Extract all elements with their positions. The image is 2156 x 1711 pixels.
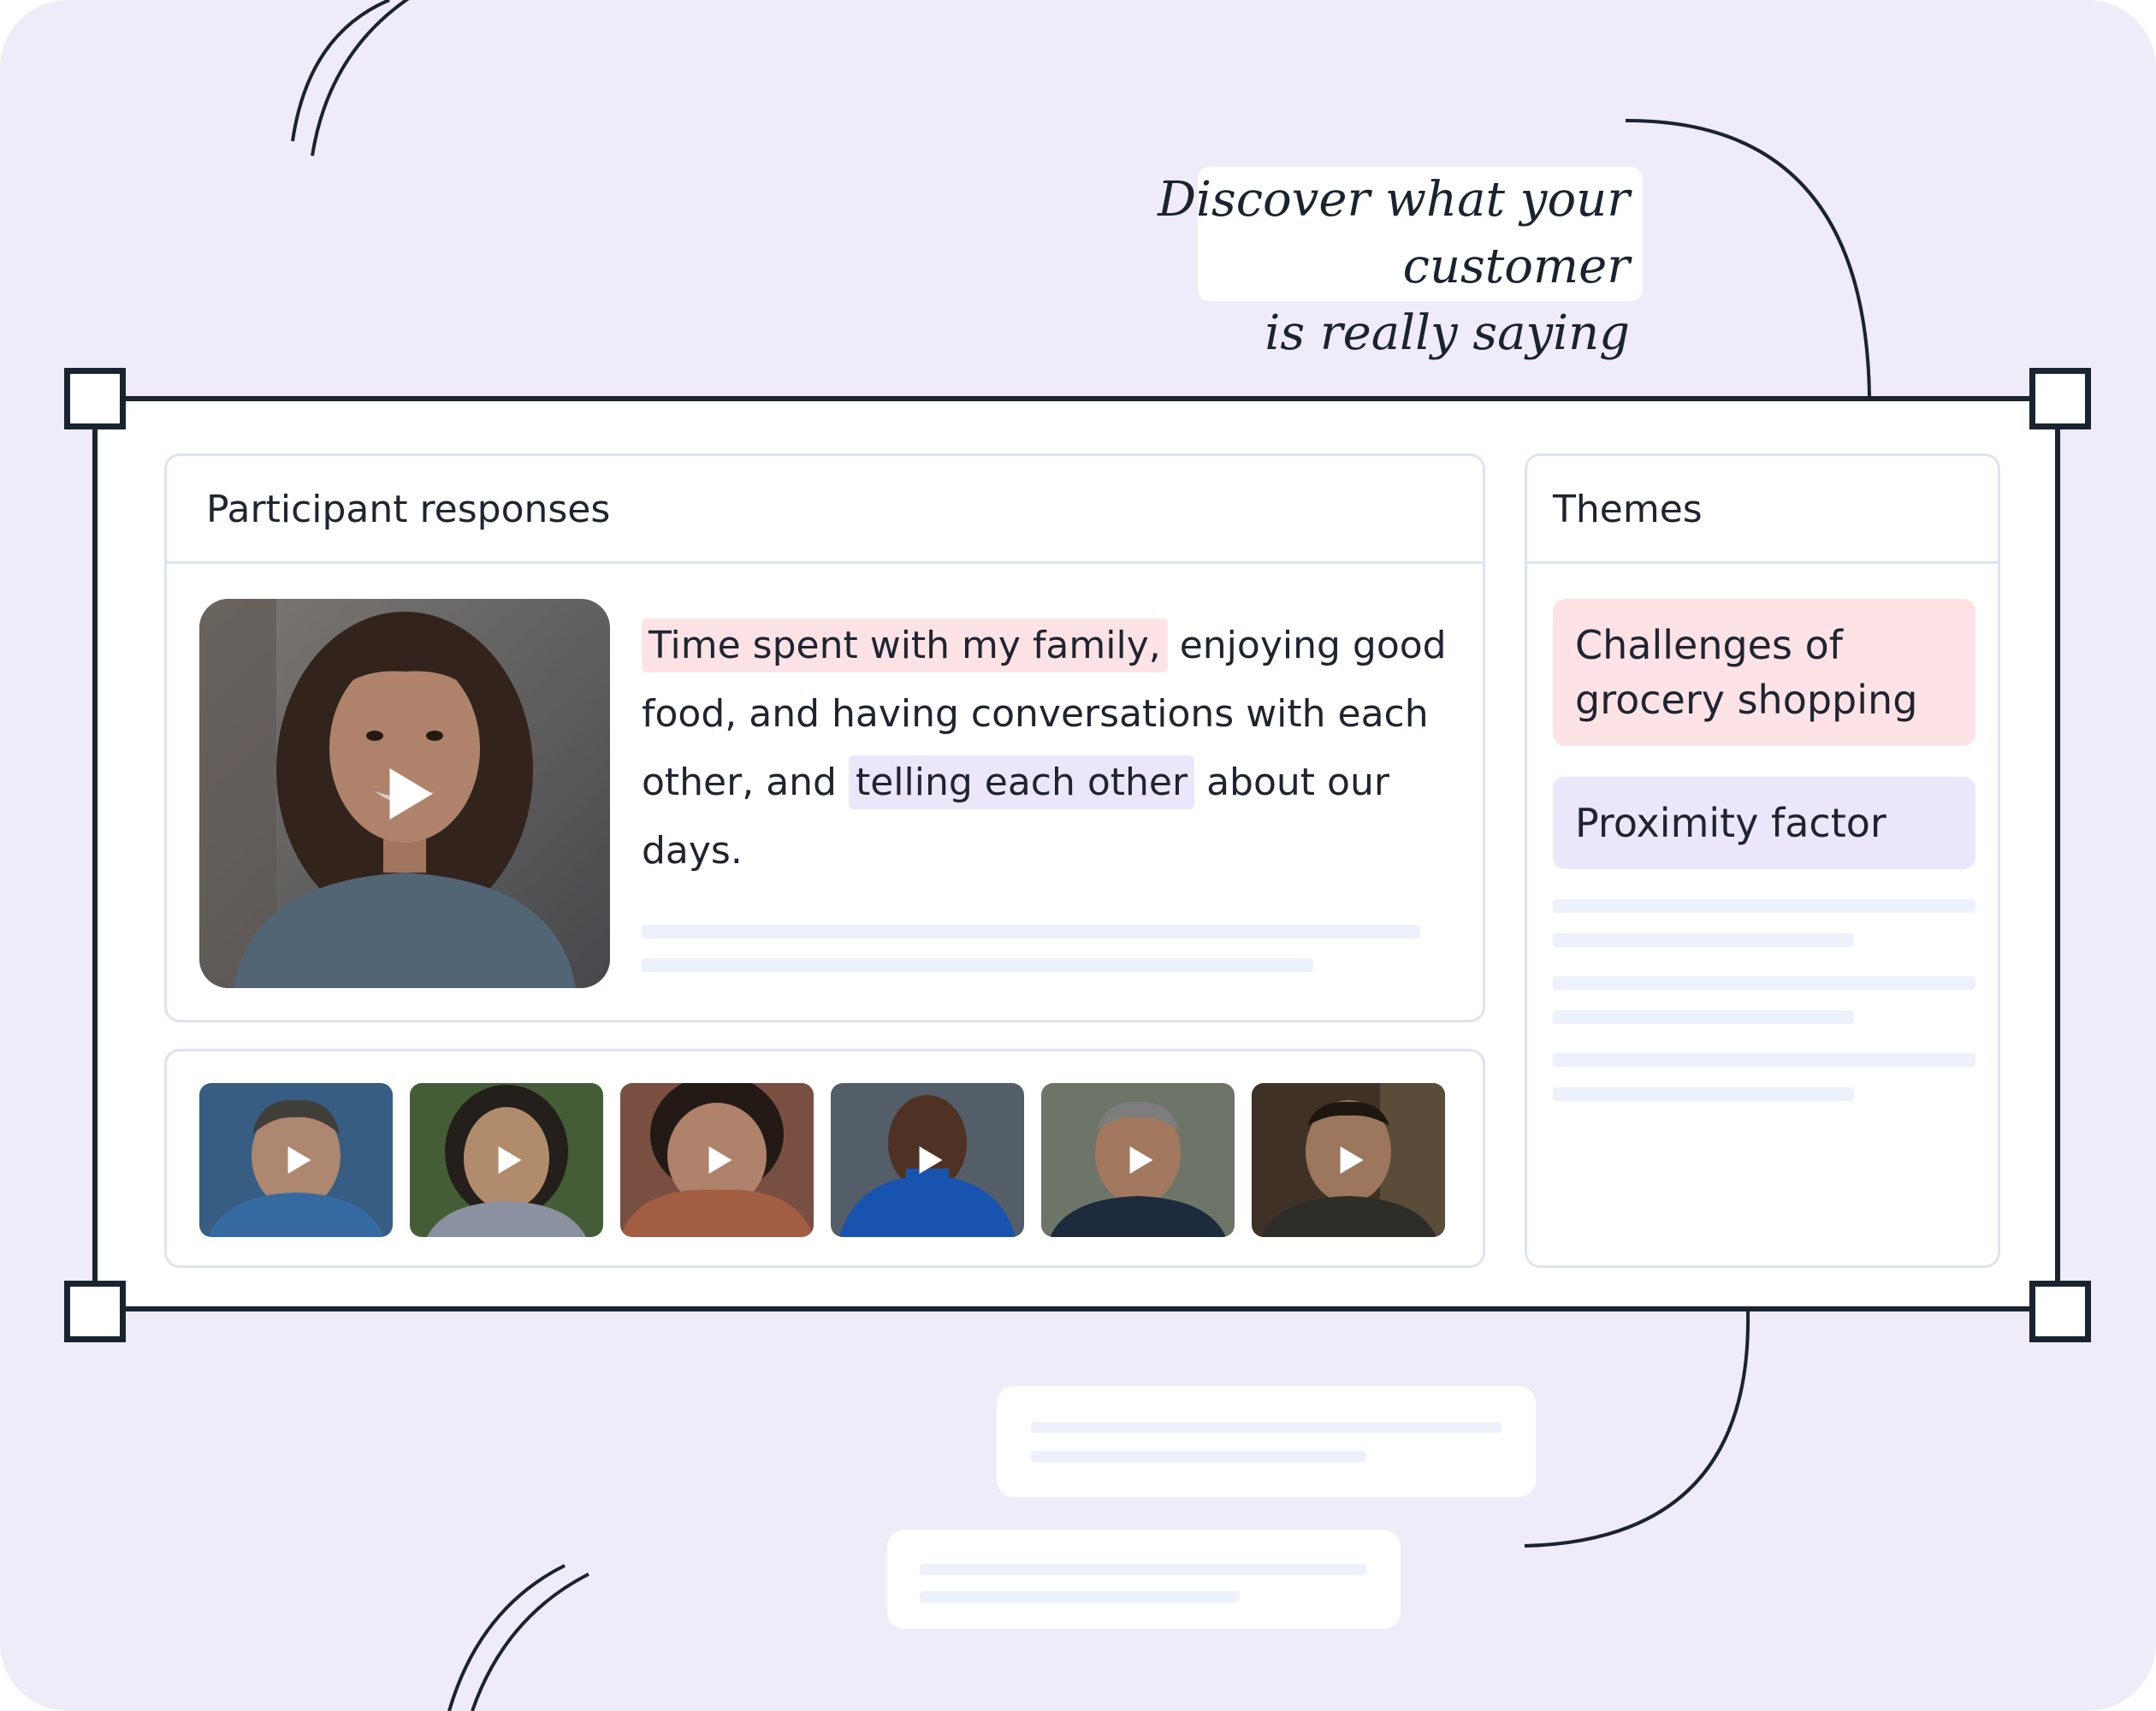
selection-frame: Participant responses Time spent with my…	[92, 396, 2060, 1311]
resize-handle-bottom-left[interactable]	[64, 1281, 126, 1342]
theme-proximity-factor[interactable]: Proximity factor	[1553, 777, 1975, 869]
participant-responses-panel: Participant responses Time spent with my…	[164, 453, 1485, 1022]
placeholder-line	[1031, 1422, 1502, 1433]
placeholder-line	[1553, 933, 1854, 947]
participant-video-2[interactable]	[410, 1083, 603, 1237]
participant-video-3[interactable]	[620, 1083, 814, 1237]
play-icon[interactable]	[919, 1146, 943, 1174]
placeholder-line	[1553, 1087, 1854, 1101]
participant-video-1[interactable]	[199, 1083, 393, 1237]
placeholder-line	[1553, 1010, 1854, 1024]
play-icon[interactable]	[498, 1146, 522, 1174]
tagline: Discover what your customer is really sa…	[980, 167, 1630, 367]
placeholder-line	[642, 925, 1420, 938]
resize-handle-top-left[interactable]	[64, 368, 126, 429]
placeholder-line	[1553, 976, 1975, 990]
placeholder-line	[920, 1564, 1366, 1575]
play-icon[interactable]	[1129, 1146, 1153, 1174]
themes-panel: Themes Challenges of grocery shopping Pr…	[1525, 453, 2000, 1268]
placeholder-line	[1031, 1451, 1366, 1462]
play-icon[interactable]	[287, 1146, 311, 1174]
play-icon[interactable]	[708, 1146, 732, 1174]
play-icon[interactable]	[1340, 1146, 1364, 1174]
placeholder-line	[1553, 899, 1975, 913]
resize-handle-bottom-right[interactable]	[2029, 1281, 2091, 1342]
theme-challenges-of-grocery-shopping[interactable]: Challenges of grocery shopping	[1553, 599, 1975, 746]
participant-video-4[interactable]	[831, 1083, 1024, 1237]
participant-quote: Time spent with my family, enjoying good…	[642, 612, 1489, 885]
tagline-line-1: Discover what your customer	[1158, 172, 1630, 294]
quote-highlight-telling: telling each other	[848, 755, 1195, 809]
placeholder-line	[642, 958, 1313, 972]
play-icon[interactable]	[389, 767, 433, 820]
panel-title: Themes	[1527, 456, 1998, 564]
placeholder-line	[1553, 1053, 1975, 1067]
participant-video-strip	[164, 1049, 1485, 1268]
participant-video-6[interactable]	[1252, 1083, 1445, 1237]
placeholder-card	[997, 1386, 1536, 1497]
panel-title: Participant responses	[167, 456, 1483, 564]
placeholder-line	[920, 1591, 1240, 1602]
resize-handle-top-right[interactable]	[2029, 368, 2091, 429]
main-participant-video[interactable]	[199, 599, 610, 988]
placeholder-card	[887, 1530, 1401, 1629]
canvas-background: Discover what your customer is really sa…	[0, 0, 2156, 1711]
participant-video-5[interactable]	[1041, 1083, 1235, 1237]
quote-highlight-family: Time spent with my family,	[642, 619, 1168, 672]
tagline-line-2: is really saying	[1265, 305, 1630, 361]
